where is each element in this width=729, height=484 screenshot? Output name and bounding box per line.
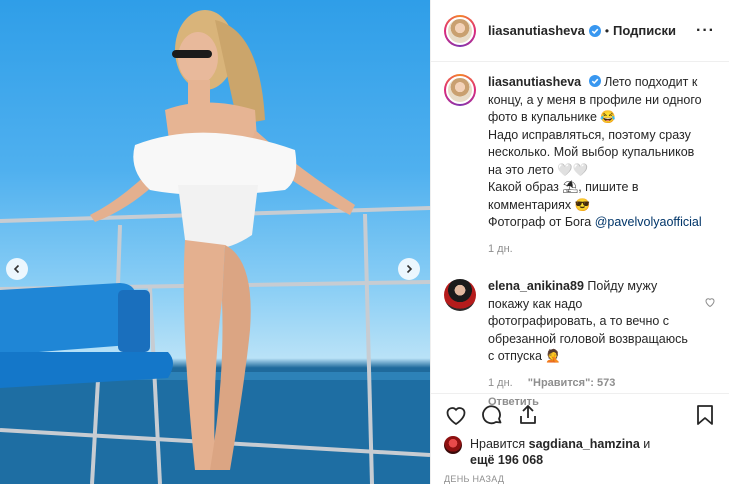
comment-like-heart-icon[interactable]	[704, 296, 716, 308]
bookmark-icon	[697, 405, 713, 425]
chevron-left-icon	[13, 264, 20, 274]
post-photo	[0, 0, 430, 484]
likes-and: и	[639, 437, 651, 451]
caption-text: liasanutiasheva Лето подходит к концу, а…	[488, 63, 703, 258]
chevron-right-icon	[406, 264, 413, 274]
caption-time[interactable]: 1 дн.	[488, 243, 513, 255]
likes-summary: Нравится sagdiana_hamzina и ещё 196 068	[444, 436, 716, 468]
heart-icon	[446, 407, 466, 426]
commenter-avatar[interactable]	[444, 279, 476, 311]
previous-photo-button[interactable]	[6, 258, 28, 280]
like-button[interactable]	[444, 403, 468, 427]
more-options-button[interactable]: ···	[696, 22, 715, 40]
liker-avatar[interactable]	[444, 436, 462, 454]
post-side-panel: liasanutiasheva • Подписки ··· liasanuti…	[430, 0, 729, 484]
verified-icon	[588, 24, 601, 37]
comment-icon	[482, 405, 502, 425]
header-separator: •	[604, 23, 610, 38]
comment-like-count[interactable]: "Нравится": 573	[528, 377, 616, 389]
caption-avatar[interactable]	[444, 74, 476, 106]
photo-illustration	[0, 10, 430, 484]
post-date[interactable]: ДЕНЬ НАЗАД	[444, 474, 716, 484]
share-icon	[520, 405, 536, 424]
save-button[interactable]	[694, 403, 716, 427]
comment-meta: 1 дн. "Нравится": 573	[488, 375, 688, 393]
next-photo-button[interactable]	[398, 258, 420, 280]
post-header: liasanutiasheva • Подписки ···	[431, 0, 729, 62]
comment-button[interactable]	[480, 403, 504, 427]
post-actions: Нравится sagdiana_hamzina и ещё 196 068 …	[431, 393, 729, 484]
liker-username[interactable]: sagdiana_hamzina	[529, 437, 640, 451]
comment-row: elena_anikina89 Пойду мужу покажу как на…	[444, 272, 716, 412]
share-button[interactable]	[516, 403, 540, 427]
verified-icon	[588, 75, 601, 87]
mention-link[interactable]: @pavelvolyaofficial	[595, 215, 702, 229]
action-icons	[444, 402, 716, 428]
comments-section: liasanutiasheva Лето подходит к концу, а…	[431, 63, 729, 408]
comment-time[interactable]: 1 дн.	[488, 377, 513, 389]
caption-photographer: Фотограф от Бога	[488, 215, 595, 229]
likes-prefix: Нравится	[470, 437, 529, 451]
author-username[interactable]: liasanutiasheva	[488, 23, 585, 38]
likes-text: Нравится sagdiana_hamzina и ещё 196 068	[470, 436, 650, 468]
caption-username[interactable]: liasanutiasheva	[488, 75, 581, 89]
commenter-username[interactable]: elena_anikina89	[488, 279, 584, 293]
following-button[interactable]: Подписки	[613, 23, 676, 38]
comment-text: elena_anikina89 Пойду мужу покажу как на…	[488, 272, 688, 412]
likes-others-count[interactable]: ещё 196 068	[470, 453, 543, 467]
caption-line-2: Надо исправляться, поэтому сразу несколь…	[488, 127, 695, 177]
author-avatar[interactable]	[444, 14, 476, 47]
caption-meta: 1 дн.	[488, 241, 703, 259]
caption-row: liasanutiasheva Лето подходит к концу, а…	[444, 63, 716, 258]
caption-line-3: Какой образ ⛱, пишите в комментариях 😎	[488, 180, 639, 212]
